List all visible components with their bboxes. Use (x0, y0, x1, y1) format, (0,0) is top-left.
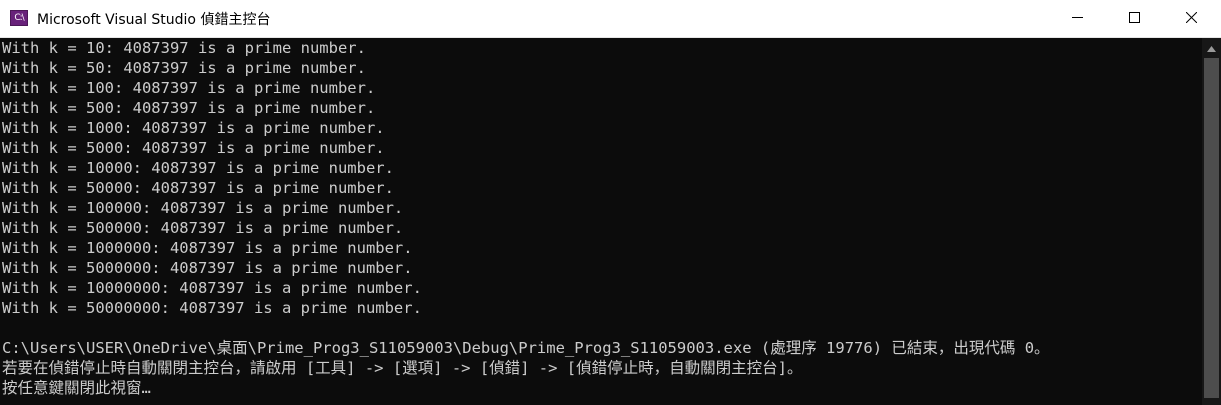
console-window: C:\ Microsoft Visual Studio 偵錯主控台 With k… (0, 0, 1221, 405)
console-output[interactable]: With k = 10: 4087397 is a prime number. … (0, 38, 1202, 405)
scrollbar-thumb[interactable] (1204, 58, 1219, 398)
console-line: With k = 100000: 4087397 is a prime numb… (2, 199, 404, 217)
console-line: With k = 10000: 4087397 is a prime numbe… (2, 159, 394, 177)
console-line: With k = 10: 4087397 is a prime number. (2, 39, 366, 57)
console-line: With k = 50000000: 4087397 is a prime nu… (2, 299, 422, 317)
console-line: With k = 100: 4087397 is a prime number. (2, 79, 376, 97)
close-icon (1185, 10, 1197, 28)
window-title: Microsoft Visual Studio 偵錯主控台 (37, 12, 271, 28)
maximize-button[interactable] (1107, 0, 1161, 37)
console-press-any-key: 按任意鍵關閉此視窗… (2, 379, 151, 397)
vertical-scrollbar[interactable] (1202, 38, 1221, 405)
close-button[interactable] (1164, 0, 1218, 37)
console-line: With k = 10000000: 4087397 is a prime nu… (2, 279, 422, 297)
console-hint-message: 若要在偵錯停止時自動關閉主控台，請啟用 [工具] -> [選項] -> [偵錯]… (2, 359, 803, 377)
minimize-button[interactable] (1050, 0, 1104, 37)
console-line: With k = 5000: 4087397 is a prime number… (2, 139, 385, 157)
console-line: With k = 500000: 4087397 is a prime numb… (2, 219, 404, 237)
chevron-up-icon (1207, 39, 1216, 57)
maximize-icon (1128, 10, 1140, 28)
scroll-up-button[interactable] (1202, 38, 1221, 57)
console-line: With k = 5000000: 4087397 is a prime num… (2, 259, 413, 277)
console-exit-message: C:\Users\USER\OneDrive\桌面\Prime_Prog3_S1… (2, 339, 1050, 357)
console-line: With k = 500: 4087397 is a prime number. (2, 99, 376, 117)
console-line: With k = 50: 4087397 is a prime number. (2, 59, 366, 77)
console-line: With k = 50000: 4087397 is a prime numbe… (2, 179, 394, 197)
visual-studio-console-icon: C:\ (10, 10, 28, 26)
title-bar[interactable]: C:\ Microsoft Visual Studio 偵錯主控台 (0, 0, 1221, 38)
minimize-icon (1071, 10, 1083, 28)
console-line: With k = 1000: 4087397 is a prime number… (2, 119, 385, 137)
console-line: With k = 1000000: 4087397 is a prime num… (2, 239, 413, 257)
